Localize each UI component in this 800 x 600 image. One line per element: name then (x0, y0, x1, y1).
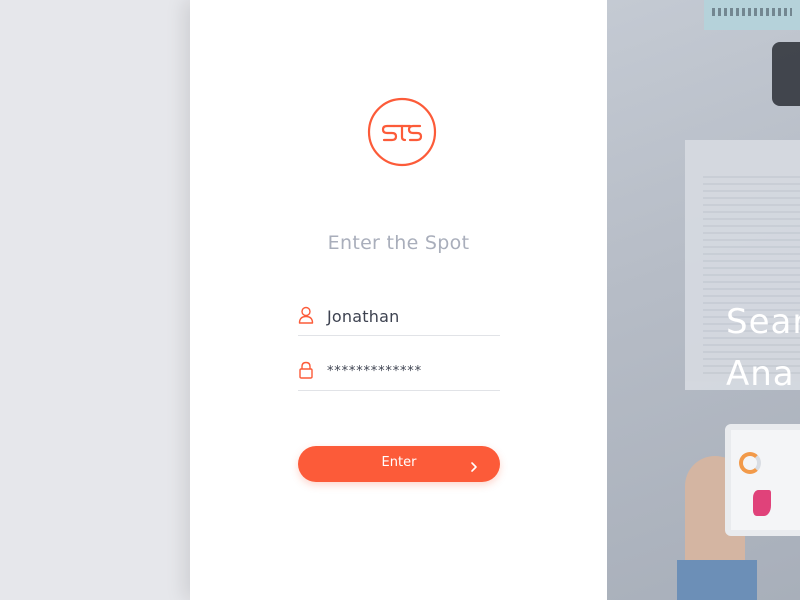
lock-icon (298, 361, 314, 379)
username-field[interactable]: Jonathan (298, 300, 500, 336)
hero-photo-pen (772, 42, 800, 106)
hero-headline-line1: Sear (726, 302, 800, 342)
tablet-map (753, 490, 771, 516)
user-icon (298, 306, 314, 324)
logo-icon (367, 97, 437, 167)
hero-photo-strip (704, 0, 800, 30)
left-background (0, 0, 190, 600)
login-title: Enter the Spot (327, 232, 470, 254)
chevron-right-icon (470, 458, 478, 472)
enter-button[interactable]: Enter (298, 446, 500, 482)
password-field[interactable]: ************* (298, 355, 500, 391)
hero-image-panel: Sear Ana (607, 0, 800, 600)
login-panel: Enter the Spot Jonathan ************* En… (190, 0, 607, 600)
hero-headline: Sear Ana (726, 296, 800, 400)
sts-logo (367, 97, 437, 167)
hero-photo-tablet (725, 424, 800, 536)
hero-headline-line2: Ana (726, 354, 795, 394)
app-stage: Enter the Spot Jonathan ************* En… (0, 0, 800, 600)
password-value: ************* (327, 364, 422, 379)
hero-photo-sleeve (677, 560, 757, 600)
username-value: Jonathan (327, 307, 400, 326)
tablet-donut-chart (739, 452, 761, 474)
